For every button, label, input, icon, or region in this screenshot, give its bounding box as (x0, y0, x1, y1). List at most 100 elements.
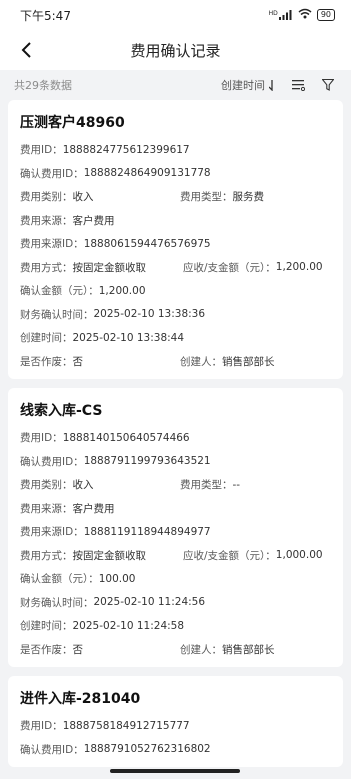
category-label: 费用类别： (20, 479, 73, 492)
source-id-row: 费用来源ID： 1888119118944894977 (20, 520, 331, 544)
filter-button[interactable] (319, 76, 337, 94)
void-value: 否 (72, 355, 84, 368)
confirm-id-value: 1888791199793643521 (83, 455, 211, 468)
confirm-id-value: 1888824864909131778 (83, 167, 211, 180)
method-value: 按固定金额收取 (72, 549, 147, 562)
source-id-label: 费用来源ID： (20, 526, 84, 539)
confirm-amount-value: 1,200.00 (98, 284, 146, 297)
finance-time-label: 财务确认时间： (20, 596, 94, 609)
signal-label: HD (268, 10, 278, 17)
fee-id-row: 费用ID： 1888758184912715777 (20, 714, 331, 738)
created-value: 2025-02-10 11:24:58 (72, 619, 185, 632)
source-id-label: 费用来源ID： (20, 238, 84, 251)
sort-label: 创建时间 (221, 79, 265, 92)
creator-value: 销售部部长 (222, 355, 275, 368)
void-label: 是否作废： (20, 643, 73, 656)
page-title: 费用确认记录 (130, 41, 221, 60)
sort-button[interactable]: 创建时间 (221, 77, 277, 93)
finance-time-row: 财务确认时间： 2025-02-10 13:38:36 (20, 303, 331, 327)
void-creator-row: 是否作废：否 创建人： 销售部部长 (20, 350, 331, 374)
fee-id-value: 1888758184912715777 (62, 719, 190, 732)
record-card[interactable]: 压测客户48960 费用ID： 1888824775612399617 确认费用I… (8, 100, 343, 379)
source-id-row: 费用来源ID： 1888061594476576975 (20, 232, 331, 256)
source-label: 费用来源： (20, 502, 73, 515)
category-type-row: 费用类别： 收入 费用类型： 服务费 (20, 185, 331, 209)
confirm-id-label: 确认费用ID： (20, 743, 84, 756)
creator-value: 销售部部长 (222, 643, 275, 656)
creator-label: 创建人： (180, 355, 222, 368)
list-settings-icon (291, 80, 305, 91)
fee-id-value: 1888140150640574466 (62, 431, 190, 444)
finance-time-value: 2025-02-10 11:24:56 (93, 596, 206, 609)
confirm-amount-label: 确认金额（元）： (20, 285, 99, 298)
source-id-value: 1888119118944894977 (83, 525, 211, 538)
category-value: 收入 (72, 479, 94, 492)
back-button[interactable] (14, 38, 38, 62)
method-label: 费用方式： (20, 261, 73, 274)
amount-label: 应收/支金额（元）： (183, 549, 276, 562)
record-title: 进件入库-281040 (20, 691, 141, 707)
created-label: 创建时间： (20, 620, 73, 633)
status-icons: HD 90 (269, 8, 335, 22)
status-bar: 下午5:47 HD 90 (0, 0, 351, 30)
fee-id-row: 费用ID： 1888140150640574466 (20, 426, 331, 450)
sort-desc-icon (269, 79, 273, 91)
record-title: 压测客户48960 (20, 115, 125, 131)
created-row: 创建时间： 2025-02-10 13:38:44 (20, 326, 331, 350)
finance-time-value: 2025-02-10 13:38:36 (93, 308, 206, 321)
created-label: 创建时间： (20, 332, 73, 345)
type-label: 费用类型： (180, 479, 233, 492)
signal-icon: HD (269, 10, 293, 20)
fee-id-value: 1888824775612399617 (62, 143, 190, 156)
type-value: 服务费 (232, 191, 265, 204)
confirm-amount-row: 确认金额（元）： 100.00 (20, 567, 331, 591)
confirm-id-value: 1888791052762316802 (83, 743, 211, 756)
record-card[interactable]: 线索入库-CS 费用ID： 1888140150640574466 确认费用ID：… (8, 388, 343, 667)
void-value: 否 (72, 643, 84, 656)
confirm-id-row: 确认费用ID： 1888824864909131778 (20, 162, 331, 186)
amount-value: 1,200.00 (275, 261, 323, 274)
record-count: 共29条数据 (14, 79, 72, 92)
columns-button[interactable] (289, 76, 307, 94)
source-row: 费用来源： 客户费用 (20, 209, 331, 233)
void-label: 是否作废： (20, 355, 73, 368)
fee-id-label: 费用ID： (20, 720, 63, 733)
finance-time-label: 财务确认时间： (20, 308, 94, 321)
amount-value: 1,000.00 (275, 549, 323, 562)
created-row: 创建时间： 2025-02-10 11:24:58 (20, 614, 331, 638)
confirm-amount-value: 100.00 (98, 572, 136, 585)
confirm-id-row: 确认费用ID： 1888791052762316802 (20, 738, 331, 762)
method-label: 费用方式： (20, 549, 73, 562)
method-amount-row: 费用方式： 按固定金额收取 应收/支金额（元）： 1,200.00 (20, 256, 331, 280)
record-title: 线索入库-CS (20, 403, 103, 419)
confirm-id-row: 确认费用ID： 1888791199793643521 (20, 450, 331, 474)
method-amount-row: 费用方式： 按固定金额收取 应收/支金额（元）： 1,000.00 (20, 544, 331, 568)
status-time: 下午5:47 (20, 8, 71, 23)
method-value: 按固定金额收取 (72, 261, 147, 274)
category-value: 收入 (72, 191, 94, 204)
source-id-value: 1888061594476576975 (83, 237, 211, 250)
record-card[interactable]: 进件入库-281040 费用ID： 1888758184912715777 确认费… (8, 676, 343, 767)
creator-label: 创建人： (180, 643, 222, 656)
confirm-id-label: 确认费用ID： (20, 455, 84, 468)
type-label: 费用类型： (180, 191, 233, 204)
fee-id-label: 费用ID： (20, 432, 63, 445)
nav-bar: 费用确认记录 (0, 30, 351, 70)
category-label: 费用类别： (20, 191, 73, 204)
finance-time-row: 财务确认时间： 2025-02-10 11:24:56 (20, 591, 331, 615)
filter-icon (322, 79, 334, 91)
source-label: 费用来源： (20, 214, 73, 227)
void-creator-row: 是否作废：否 创建人： 销售部部长 (20, 638, 331, 662)
confirm-id-label: 确认费用ID： (20, 167, 84, 180)
battery-icon: 90 (316, 9, 335, 21)
fee-id-row: 费用ID： 1888824775612399617 (20, 138, 331, 162)
fee-id-label: 费用ID： (20, 144, 63, 157)
home-indicator (110, 769, 240, 773)
source-value: 客户费用 (72, 502, 115, 515)
toolbar: 共29条数据 创建时间 (0, 70, 351, 100)
record-list: 压测客户48960 费用ID： 1888824775612399617 确认费用I… (0, 100, 351, 767)
created-value: 2025-02-10 13:38:44 (72, 331, 185, 344)
confirm-amount-label: 确认金额（元）： (20, 573, 99, 586)
type-value: -- (232, 478, 241, 491)
confirm-amount-row: 确认金额（元）： 1,200.00 (20, 279, 331, 303)
